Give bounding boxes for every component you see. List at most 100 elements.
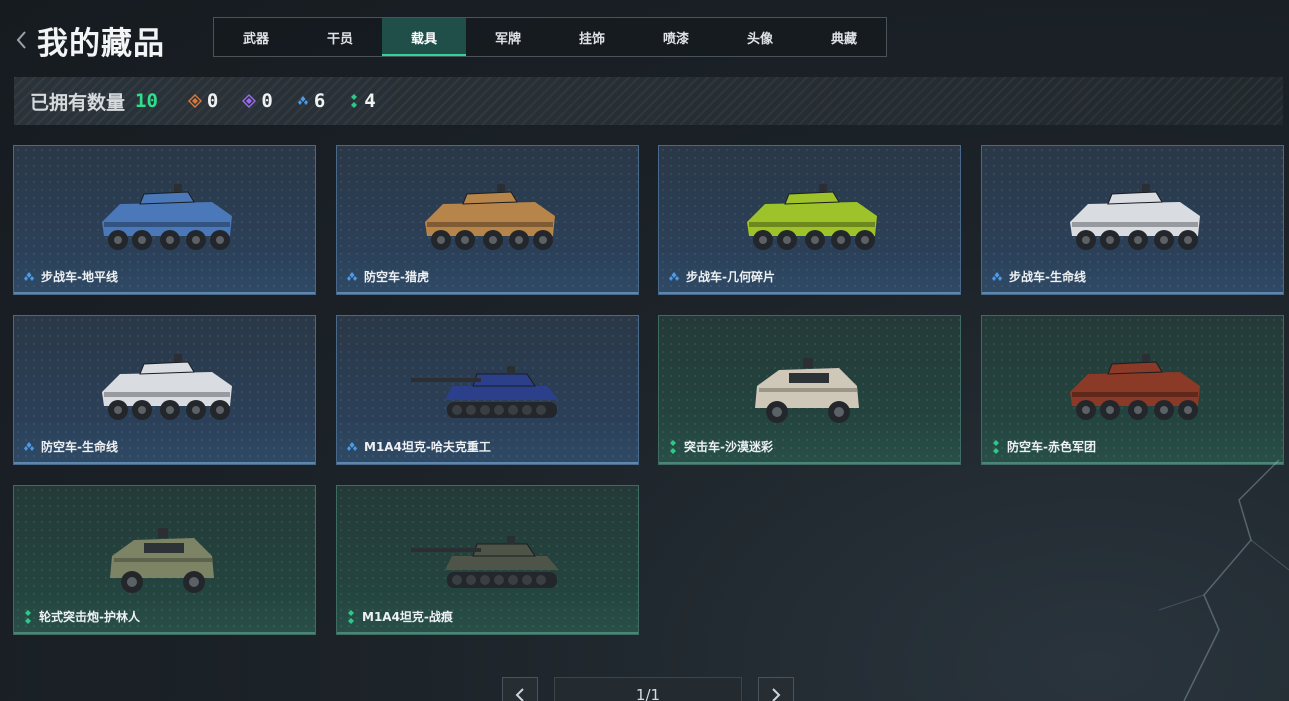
rarity-icon [668,271,680,283]
card-label: 突击车-沙漠迷彩 [668,438,773,455]
tab-1[interactable]: 干员 [298,18,382,56]
rarity-icon [23,271,35,283]
rarity-icon [668,439,678,454]
blue-diamond-icon [297,96,308,105]
green-diamond-icon [351,94,358,108]
owned-label: 已拥有数量 [30,91,126,114]
rarity-bar [337,292,638,294]
card-label: 步战车-生命线 [991,268,1086,285]
collection-card[interactable]: 防空车-赤色军团 [981,315,1284,465]
rarity-bar [14,632,315,634]
tank-image [411,366,559,418]
blue-rarity-icon [347,271,357,281]
back-button[interactable] [12,28,30,52]
category-tabs: 武器 干员 载具 军牌 挂饰 喷漆 头像 典藏 [213,17,887,57]
rarity-counts: 0 0 6 4 [158,90,376,112]
rarity-icon [346,441,358,453]
collection-card[interactable]: 突击车-沙漠迷彩 [658,315,961,465]
rarity-bar [982,462,1283,464]
tank-image [411,536,559,588]
green-rarity-icon [993,439,999,454]
rarity-bar [659,292,960,294]
tab-7[interactable]: 典藏 [802,18,886,56]
card-label: 防空车-猎虎 [346,268,429,285]
purple-diamond-icon [242,94,257,108]
item-name: 防空车-赤色军团 [1007,440,1096,454]
tab-3[interactable]: 军牌 [466,18,550,56]
wheeled-apc-image [747,184,877,250]
collection-card[interactable]: 步战车-几何碎片 [658,145,961,295]
prev-page-button[interactable] [502,677,538,701]
rarity-bar [982,292,1283,294]
wheeled-apc-image [102,354,232,420]
next-page-button[interactable] [758,677,794,701]
rarity-bar [337,462,638,464]
item-name: M1A4坦克-哈夫克重工 [364,440,491,454]
chevron-left-icon [515,688,524,701]
orange-diamond-icon [187,94,202,108]
item-name: 突击车-沙漠迷彩 [684,440,773,454]
green-rarity-icon [25,609,31,624]
blue-rarity-icon [669,271,679,281]
tab-5[interactable]: 喷漆 [634,18,718,56]
rarity-icon [991,271,1003,283]
rarity-icon [23,609,33,624]
item-name: 步战车-几何碎片 [686,270,775,284]
collection-card[interactable]: M1A4坦克-战痕 [336,485,639,635]
blue-rarity-icon [347,441,357,451]
chevron-left-icon [16,31,26,49]
rarity-icon [991,439,1001,454]
rarity-count-1: 0 [242,90,273,112]
card-label: 防空车-生命线 [23,438,118,455]
page-indicator: 1/1 [554,677,742,701]
item-name: 步战车-地平线 [41,270,118,284]
item-name: 轮式突击炮-护林人 [39,610,140,624]
page-title: 我的藏品 [37,26,165,62]
collection-card[interactable]: 步战车-地平线 [13,145,316,295]
rarity-icon [346,271,358,283]
tab-6[interactable]: 头像 [718,18,802,56]
tab-2[interactable]: 载具 [382,18,466,56]
wheeled-apc-image [425,184,555,250]
chevron-right-icon [772,688,781,701]
rarity-icon [23,441,35,453]
rarity-bar [659,462,960,464]
rarity-bar [14,462,315,464]
tab-0[interactable]: 武器 [214,18,298,56]
rarity-bar [14,292,315,294]
item-name: 防空车-生命线 [41,440,118,454]
armored-car-image [110,528,214,593]
rarity-count-value: 0 [261,90,273,112]
collection-card[interactable]: 防空车-生命线 [13,315,316,465]
rarity-count-0: 0 [187,90,219,112]
rarity-bar [337,632,638,634]
rarity-count-value: 6 [313,90,326,112]
green-rarity-icon [348,609,354,624]
card-label: M1A4坦克-哈夫克重工 [346,438,491,455]
rarity-count-value: 0 [206,90,219,112]
rarity-icon [346,609,356,624]
wheeled-apc-image [102,184,232,250]
armored-car-image [755,358,859,423]
owned-stats-bar: 已拥有数量 10 0 0 6 4 [14,77,1283,125]
owned-count: 10 [135,90,158,112]
collection-card[interactable]: 防空车-猎虎 [336,145,639,295]
collection-card[interactable]: M1A4坦克-哈夫克重工 [336,315,639,465]
card-label: 步战车-几何碎片 [668,268,775,285]
card-label: M1A4坦克-战痕 [346,608,453,625]
rarity-count-2: 6 [297,90,325,112]
blue-rarity-icon [24,271,34,281]
card-label: 轮式突击炮-护林人 [23,608,140,625]
collection-card[interactable]: 步战车-生命线 [981,145,1284,295]
blue-rarity-icon [24,441,34,451]
rarity-count-value: 4 [364,90,376,112]
item-name: M1A4坦克-战痕 [362,610,453,624]
collection-card[interactable]: 轮式突击炮-护林人 [13,485,316,635]
blue-rarity-icon [992,271,1002,281]
wheeled-apc-image [1070,184,1200,250]
card-label: 防空车-赤色军团 [991,438,1096,455]
item-name: 防空车-猎虎 [364,270,429,284]
rarity-count-3: 4 [349,90,376,112]
green-rarity-icon [670,439,676,454]
tab-4[interactable]: 挂饰 [550,18,634,56]
